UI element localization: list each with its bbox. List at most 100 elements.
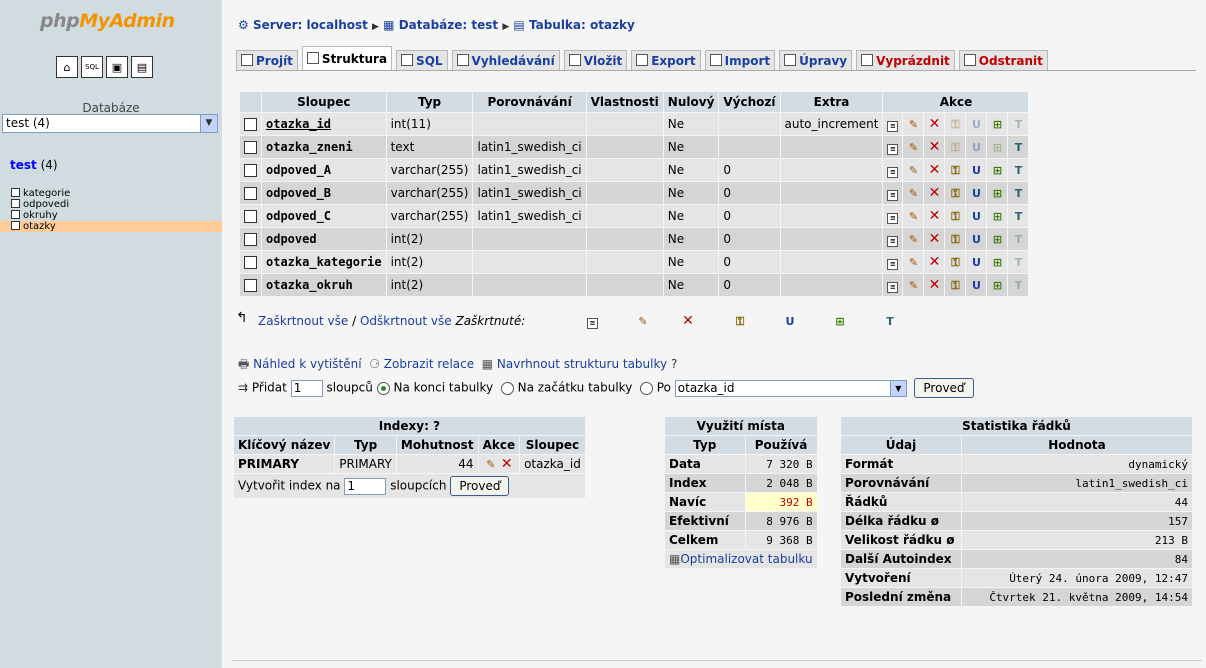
delete-icon[interactable]: ✕ [501, 457, 513, 471]
fulltext-icon[interactable]: T [1012, 280, 1024, 292]
primary-key-icon[interactable]: ⚿ [949, 188, 961, 200]
unique-icon[interactable]: U [970, 165, 982, 177]
edit-icon[interactable]: ✎ [907, 234, 919, 246]
add-count-input[interactable]: 1 [290, 379, 323, 397]
after-column-select[interactable]: otazka_id ▼ [674, 379, 907, 397]
sidebar-table-odpovedi[interactable]: odpovedi [11, 199, 222, 210]
browse-distinct-icon[interactable]: ≡ [887, 235, 899, 247]
fulltext-icon[interactable]: T [1012, 119, 1024, 131]
primary-key-icon[interactable]: ⚿ [949, 165, 961, 177]
delete-icon[interactable]: ✕ [928, 140, 941, 154]
fulltext-icon[interactable]: T [1012, 188, 1024, 200]
add-columns-go-button[interactable]: Proveď [914, 378, 974, 398]
primary-key-icon[interactable]: ⚿ [949, 257, 961, 269]
cell-name[interactable]: otazka_kategorie [262, 251, 386, 273]
row-checkbox[interactable] [244, 141, 257, 154]
cell-name[interactable]: odpoved_B [262, 182, 386, 204]
fulltext-icon[interactable]: T [1012, 234, 1024, 246]
edit-icon[interactable]: ✎ [907, 280, 919, 292]
fulltext-icon[interactable]: T [1012, 165, 1024, 177]
tab-vložit[interactable]: Vložit [563, 50, 628, 71]
row-checkbox[interactable] [244, 279, 257, 292]
row-checkbox[interactable] [244, 164, 257, 177]
cell-name[interactable]: odpoved [262, 228, 386, 250]
edit-icon[interactable]: ✎ [485, 459, 497, 471]
delete-icon[interactable]: ✕ [928, 186, 941, 200]
database-select[interactable]: test (4) ▼ [2, 114, 218, 133]
edit-icon[interactable]: ✎ [907, 165, 919, 177]
tab-struktura[interactable]: Struktura [301, 46, 393, 71]
delete-icon[interactable]: ✕ [928, 278, 941, 292]
index-icon[interactable]: ⊞ [991, 119, 1003, 131]
cell-name[interactable]: otazka_okruh [262, 274, 386, 296]
bulk-primary-icon[interactable]: ⚿ [734, 314, 746, 328]
bulk-edit-icon[interactable]: ✎ [637, 314, 649, 328]
browse-distinct-icon[interactable]: ≡ [887, 258, 899, 270]
browse-distinct-icon[interactable]: ≡ [887, 212, 899, 224]
index-icon[interactable]: ⊞ [991, 211, 1003, 223]
bulk-browse-icon[interactable]: ≡ [587, 314, 598, 329]
tab-sql[interactable]: SQL [396, 50, 448, 71]
tab-projít[interactable]: Projít [236, 50, 298, 71]
index-icon[interactable]: ⊞ [991, 142, 1003, 154]
delete-icon[interactable]: ✕ [928, 255, 941, 269]
delete-icon[interactable]: ✕ [928, 163, 941, 177]
unique-icon[interactable]: U [970, 234, 982, 246]
unique-icon[interactable]: U [970, 280, 982, 292]
fulltext-icon[interactable]: T [1012, 211, 1024, 223]
unique-icon[interactable]: U [970, 188, 982, 200]
index-icon[interactable]: ⊞ [991, 188, 1003, 200]
unique-icon[interactable]: U [970, 257, 982, 269]
cell-name[interactable]: otazka_zneni [262, 136, 386, 158]
primary-key-icon[interactable]: ⚿ [949, 234, 961, 246]
relation-view-link[interactable]: Zobrazit relace [384, 357, 474, 371]
bulk-delete-icon[interactable]: ✕ [682, 314, 694, 328]
check-all-link[interactable]: Zaškrtnout vše [258, 314, 348, 328]
tab-vyhledávání[interactable]: Vyhledávání [451, 50, 560, 71]
edit-icon[interactable]: ✎ [907, 211, 919, 223]
browse-distinct-icon[interactable]: ≡ [887, 166, 899, 178]
create-index-go-button[interactable]: Proveď [450, 476, 510, 496]
browse-distinct-icon[interactable]: ≡ [887, 189, 899, 201]
edit-icon[interactable]: ✎ [907, 257, 919, 269]
optimize-table-link[interactable]: ▦Optimalizovat tabulku [665, 550, 817, 568]
fulltext-icon[interactable]: T [1012, 142, 1024, 154]
chevron-down-icon[interactable]: ▼ [200, 115, 217, 132]
unique-icon[interactable]: U [970, 211, 982, 223]
fulltext-icon[interactable]: T [1012, 257, 1024, 269]
bulk-unique-icon[interactable]: U [784, 314, 796, 328]
row-checkbox[interactable] [244, 118, 257, 131]
tab-import[interactable]: Import [704, 50, 776, 71]
cell-name[interactable]: odpoved_A [262, 159, 386, 181]
unique-icon[interactable]: U [970, 119, 982, 131]
cell-name[interactable]: odpoved_C [262, 205, 386, 227]
help-icon[interactable]: ? [671, 357, 677, 371]
browse-distinct-icon[interactable]: ≡ [887, 281, 899, 293]
print-view-link[interactable]: Náhled k vytištění [253, 357, 361, 371]
chevron-down-icon[interactable]: ▼ [889, 380, 906, 396]
browse-distinct-icon[interactable]: ≡ [887, 120, 899, 132]
cell-name[interactable]: otazka_id [262, 113, 386, 135]
sidebar-table-otazky[interactable]: otazky [0, 221, 222, 232]
tab-vyprázdnit[interactable]: Vyprázdnit [856, 50, 955, 71]
index-icon[interactable]: ⊞ [991, 257, 1003, 269]
primary-key-icon[interactable]: ⚿ [949, 142, 961, 154]
radio-at-start[interactable] [500, 381, 514, 395]
edit-icon[interactable]: ✎ [907, 188, 919, 200]
browse-distinct-icon[interactable]: ≡ [887, 143, 899, 155]
docs-icon[interactable]: ▤ [131, 56, 153, 78]
index-icon[interactable]: ⊞ [991, 280, 1003, 292]
bulk-fulltext-icon[interactable]: T [884, 314, 896, 328]
row-checkbox[interactable] [244, 210, 257, 223]
delete-icon[interactable]: ✕ [928, 232, 941, 246]
home-icon[interactable]: ⌂ [56, 56, 78, 78]
index-icon[interactable]: ⊞ [991, 234, 1003, 246]
uncheck-all-link[interactable]: Odškrtnout vše [360, 314, 452, 328]
breadcrumb-server[interactable]: Server: localhost [253, 18, 368, 32]
edit-icon[interactable]: ✎ [907, 119, 919, 131]
sidebar-table-okruhy[interactable]: okruhy [11, 210, 222, 221]
row-checkbox[interactable] [244, 233, 257, 246]
row-checkbox[interactable] [244, 256, 257, 269]
query-window-icon[interactable]: ▣ [106, 56, 128, 78]
row-checkbox[interactable] [244, 187, 257, 200]
